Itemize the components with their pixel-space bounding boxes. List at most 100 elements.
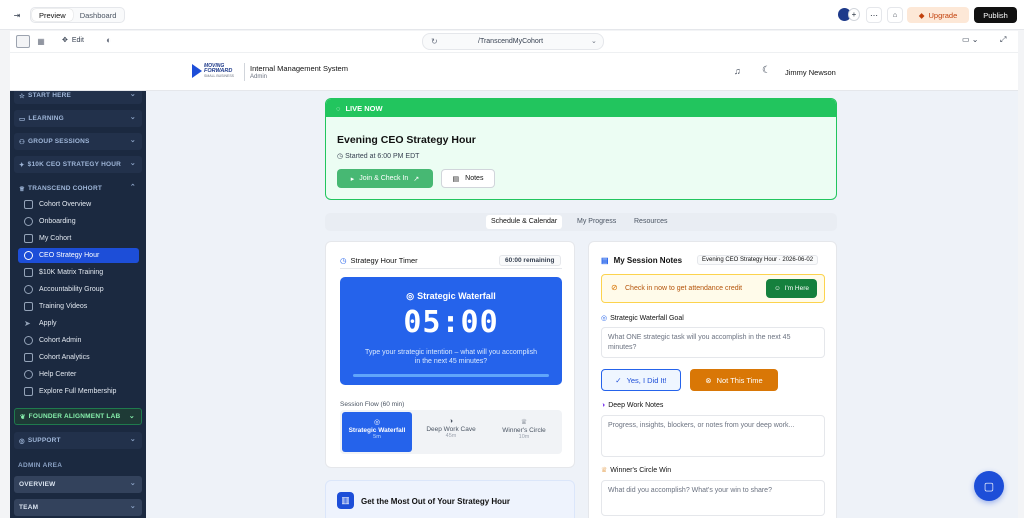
notes-button[interactable]: ▤ Notes [441, 169, 495, 188]
sidebar-item-cohort-overview[interactable]: Cohort Overview [18, 197, 139, 212]
deep-label: ◑ Deep Work Notes [601, 402, 663, 409]
more-icon[interactable]: ⋯ [866, 7, 882, 23]
refresh-icon[interactable]: ↻ [431, 37, 438, 46]
grid-view-icon[interactable]: ▦ [36, 36, 46, 46]
fullscreen-icon[interactable]: ⤢ [1000, 35, 1006, 45]
chat-button[interactable]: ▢ [974, 471, 1004, 501]
not-this-time-button[interactable]: ⊗ Not This Time [690, 369, 778, 391]
collapse-panel-icon[interactable]: ⇥ [10, 8, 24, 22]
moon-icon[interactable]: ☾ [762, 65, 771, 76]
edit-button[interactable]: ✥ Edit [62, 36, 84, 45]
leaf-icon: ❦ [20, 413, 26, 421]
sidebar-section-overview[interactable]: OVERVIEW ⌄ [14, 476, 142, 493]
started-text: Started at 6:00 PM EDT [345, 153, 420, 160]
bell-icon[interactable]: ♫ [734, 66, 741, 76]
deep-work-textarea[interactable]: Progress, insights, blockers, or notes f… [601, 415, 825, 457]
sidebar-section-ceo[interactable]: ✦ $10K CEO STRATEGY HOUR ⌄ [14, 156, 142, 173]
sidebar-item-cohort-admin[interactable]: Cohort Admin [18, 333, 139, 348]
sidebar-section-group[interactable]: ⚇ GROUP SESSIONS ⌄ [14, 133, 142, 150]
goal-label: ◎ Strategic Waterfall Goal [601, 314, 684, 322]
sidebar-item-label: Help Center [39, 371, 77, 378]
goal-textarea[interactable]: What ONE strategic task will you accompl… [601, 327, 825, 358]
sidebar-item-ceo-strategy-hour[interactable]: CEO Strategy Hour [18, 248, 139, 263]
yes-did-it-button[interactable]: ✓ Yes, I Did It! [601, 369, 681, 391]
url-bar[interactable]: ↻ /TranscendMyCohort ⌄ [422, 33, 604, 50]
tab-dashboard[interactable]: Dashboard [73, 9, 124, 21]
sidebar-section-cohort[interactable]: ♕ TRANSCEND COHORT ⌃ [14, 180, 142, 197]
trophy-icon: ♕ [520, 419, 528, 426]
phase-name: Winner's Circle [502, 427, 546, 434]
sidebar-item-onboarding[interactable]: Onboarding [18, 214, 139, 229]
sidebar-item-explore-membership[interactable]: Explore Full Membership [18, 384, 139, 399]
pulse-icon: ◌ [336, 103, 341, 113]
github-icon[interactable]: ⌂ [887, 7, 903, 23]
tips-heading: Get the Most Out of Your Strategy Hour [361, 497, 511, 506]
phase-strategic-waterfall[interactable]: ◎ Strategic Waterfall 5m [342, 412, 412, 452]
sidebar-item-accountability-group[interactable]: Accountability Group [18, 282, 139, 297]
sidebar-section-team[interactable]: TEAM ⌄ [14, 499, 142, 516]
im-here-button[interactable]: ☺ I'm Here [766, 279, 817, 298]
sidebar-item-cohort-analytics[interactable]: Cohort Analytics [18, 350, 139, 365]
win-textarea[interactable]: What did you accomplish? What's your win… [601, 480, 825, 516]
desktop-view-icon[interactable] [16, 35, 30, 48]
sidebar-item-training-videos[interactable]: Training Videos [18, 299, 139, 314]
chevron-down-icon[interactable]: ⌄ [591, 37, 597, 45]
brain-icon: ◑ [601, 402, 606, 409]
add-collaborator-icon[interactable]: + [848, 8, 860, 21]
tab-preview[interactable]: Preview [32, 9, 73, 21]
sidebar-section-start[interactable]: ☆ START HERE ⌄ [14, 91, 142, 104]
sidebar: ☆ START HERE ⌄ ▭ LEARNING ⌄ ⚇ GROUP SESSIONS ⌄… [10, 91, 146, 518]
section-label: TEAM [19, 504, 39, 511]
join-checkin-button[interactable]: ▸ Join & Check In ↗ [337, 169, 433, 188]
pointer-icon: ✥ [62, 37, 68, 44]
phase-winners-circle[interactable]: ♕ Winner's Circle 10m [488, 412, 560, 452]
publish-button[interactable]: Publish [974, 7, 1017, 23]
sidebar-item-help-center[interactable]: Help Center [18, 367, 139, 382]
sidebar-section-founder[interactable]: ❦ FOUNDER ALIGNMENT LAB ⌄ [14, 408, 142, 425]
tab-progress[interactable]: My Progress [577, 215, 616, 229]
phase-deep-work[interactable]: ◑ Deep Work Cave 45m [415, 412, 487, 452]
im-here-label: I'm Here [784, 285, 809, 292]
remaining-badge: 60:00 remaining [499, 255, 561, 266]
timer-icon: ◷ [340, 256, 347, 265]
logo-line3: SMALL BUSINESS [204, 74, 235, 78]
upgrade-button[interactable]: ◆ Upgrade [907, 7, 969, 23]
user-name[interactable]: Jimmy Newson [785, 68, 836, 77]
brand-logo: MOVING FORWARD SMALL BUSINESS [192, 63, 236, 81]
clock-icon: ◷ [337, 153, 344, 160]
monitor-icon[interactable]: ▭ ⌄ [962, 35, 978, 44]
section-label: SUPPORT [27, 437, 61, 444]
sidebar-section-support[interactable]: ◎ SUPPORT ⌄ [14, 432, 142, 449]
check-circle-icon: ✓ [615, 375, 622, 385]
win-label-text: Winner's Circle Win [610, 467, 672, 474]
arrow-right-icon [24, 387, 33, 396]
phase-duration: 10m [518, 434, 530, 440]
app-frame: MOVING FORWARD SMALL BUSINESS Internal M… [10, 53, 1018, 518]
session-tag: Evening CEO Strategy Hour · 2026-06-02 [697, 255, 819, 265]
sidebar-item-apply[interactable]: ➤ Apply [18, 316, 139, 331]
palette-icon[interactable]: ◐ [106, 35, 111, 45]
people-icon [24, 285, 33, 294]
live-title: Evening CEO Strategy Hour [337, 134, 476, 146]
not-label: Not This Time [716, 375, 763, 385]
tab-resources[interactable]: Resources [634, 215, 667, 229]
timer-panel: ◎ Strategic Waterfall 05:00 Type your str… [340, 277, 562, 385]
send-icon: ➤ [24, 319, 31, 328]
section-label: FOUNDER ALIGNMENT LAB [28, 413, 121, 420]
sidebar-item-my-cohort[interactable]: My Cohort [18, 231, 139, 246]
tips-card: ▥ Get the Most Out of Your Strategy Hour [325, 480, 575, 518]
view-switcher: Preview Dashboard [30, 7, 126, 23]
section-label: TRANSCEND COHORT [28, 185, 103, 192]
phase-duration: 45m [445, 433, 457, 439]
tab-schedule[interactable]: Schedule & Calendar [486, 215, 563, 229]
section-label: $10K CEO STRATEGY HOUR [27, 161, 122, 168]
alert-icon: ⊘ [611, 283, 618, 292]
sidebar-item-matrix-training[interactable]: $10K Matrix Training [18, 265, 139, 280]
sidebar-item-label: Onboarding [39, 218, 76, 225]
sidebar-section-learning[interactable]: ▭ LEARNING ⌄ [14, 110, 142, 127]
section-label: START HERE [28, 92, 72, 99]
external-link-icon: ↗ [413, 175, 420, 183]
checkin-alert: ⊘ Check in now to get attendance credit … [601, 274, 825, 303]
win-label: ♕ Winner's Circle Win [601, 466, 671, 474]
notes-heading-text: My Session Notes [613, 256, 683, 265]
